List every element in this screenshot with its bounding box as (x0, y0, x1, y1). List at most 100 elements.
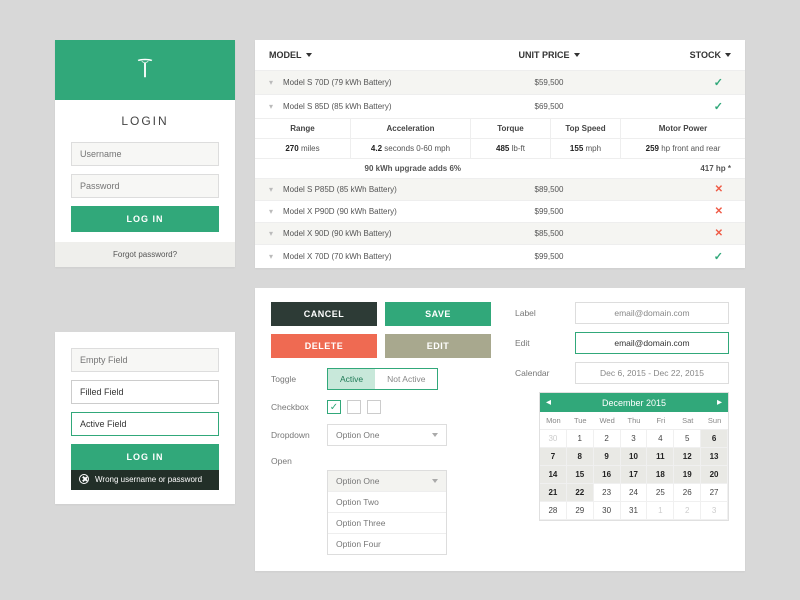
delete-button[interactable]: DELETE (271, 334, 377, 358)
cal-day[interactable]: 31 (621, 502, 648, 520)
cal-day[interactable]: 3 (621, 430, 648, 448)
cal-day[interactable]: 1 (567, 430, 594, 448)
cal-day[interactable]: 11 (647, 448, 674, 466)
expand-icon[interactable]: ▾ (269, 185, 283, 194)
dropdown-option[interactable]: Option Two (328, 491, 446, 512)
cal-day[interactable]: 1 (647, 502, 674, 520)
cal-prev[interactable]: ◂ (546, 397, 551, 408)
expand-icon[interactable]: ▾ (269, 78, 283, 87)
active-field-input[interactable] (71, 412, 219, 436)
login-button-2[interactable]: LOG IN (71, 444, 219, 470)
cal-day[interactable]: 14 (540, 466, 567, 484)
cal-day[interactable]: 24 (621, 484, 648, 502)
cal-day[interactable]: 5 (674, 430, 701, 448)
edit-button[interactable]: EDIT (385, 334, 491, 358)
cal-day[interactable]: 17 (621, 466, 648, 484)
edit-input[interactable] (575, 332, 729, 354)
cal-day[interactable]: 30 (594, 502, 621, 520)
col-stock[interactable]: STOCK (649, 50, 731, 60)
expand-icon[interactable]: ▾ (269, 207, 283, 216)
cal-day[interactable]: 25 (647, 484, 674, 502)
dropdown[interactable]: Option One (327, 424, 447, 446)
cal-dow: Mon (540, 412, 567, 430)
row-price: $89,500 (449, 185, 649, 194)
toggle-label: Toggle (271, 374, 327, 384)
cal-day[interactable]: 20 (701, 466, 728, 484)
toggle[interactable]: Active Not Active (327, 368, 438, 390)
calendar-widget: ◂ December 2015 ▸ MonTueWedThuFriSatSun … (539, 392, 729, 521)
table-row[interactable]: ▾Model S P85D (85 kWh Battery)$89,500✕ (255, 178, 745, 200)
toggle-active[interactable]: Active (328, 369, 375, 389)
chevron-down-icon (432, 479, 438, 483)
chevron-down-icon (432, 433, 438, 437)
row-stock: ✓ (649, 100, 731, 113)
cal-day[interactable]: 16 (594, 466, 621, 484)
cal-day[interactable]: 15 (567, 466, 594, 484)
components-card: CANCEL SAVE DELETE EDIT Toggle Active No… (255, 288, 745, 571)
cal-day[interactable]: 21 (540, 484, 567, 502)
cal-day[interactable]: 10 (621, 448, 648, 466)
table-row[interactable]: ▾Model S 85D (85 kWh Battery)$69,500✓ (255, 94, 745, 118)
cal-dow: Fri (647, 412, 674, 430)
cal-dow: Thu (621, 412, 648, 430)
table-row[interactable]: ▾Model X 70D (70 kWh Battery)$99,500✓ (255, 244, 745, 268)
cal-day[interactable]: 9 (594, 448, 621, 466)
col-price[interactable]: UNIT PRICE (449, 50, 649, 60)
checkbox-label: Checkbox (271, 402, 327, 412)
save-button[interactable]: SAVE (385, 302, 491, 326)
row-stock: ✓ (649, 76, 731, 89)
row-stock: ✕ (649, 228, 731, 239)
username-input[interactable] (71, 142, 219, 166)
cal-next[interactable]: ▸ (717, 397, 722, 408)
table-row[interactable]: ▾Model X 90D (90 kWh Battery)$85,500✕ (255, 222, 745, 244)
expand-icon[interactable]: ▾ (269, 252, 283, 261)
filled-field-input[interactable] (71, 380, 219, 404)
cal-day[interactable]: 12 (674, 448, 701, 466)
cal-day[interactable]: 4 (647, 430, 674, 448)
col-model[interactable]: MODEL (269, 50, 449, 60)
cal-day[interactable]: 7 (540, 448, 567, 466)
cal-day[interactable]: 22 (567, 484, 594, 502)
checkbox-unchecked[interactable] (347, 400, 361, 414)
dropdown-option[interactable]: Option Three (328, 512, 446, 533)
cal-day[interactable]: 18 (647, 466, 674, 484)
expand-icon[interactable]: ▾ (269, 102, 283, 111)
toggle-inactive[interactable]: Not Active (375, 369, 437, 389)
cal-day[interactable]: 8 (567, 448, 594, 466)
checkbox-checked[interactable]: ✓ (327, 400, 341, 414)
cal-day[interactable]: 30 (540, 430, 567, 448)
error-bar: Wrong username or password (71, 468, 219, 490)
cal-day[interactable]: 29 (567, 502, 594, 520)
table-row[interactable]: ▾Model S 70D (79 kWh Battery)$59,500✓ (255, 70, 745, 94)
cal-day[interactable]: 6 (701, 430, 728, 448)
cal-day[interactable]: 23 (594, 484, 621, 502)
cal-day[interactable]: 3 (701, 502, 728, 520)
label-value: email@domain.com (575, 302, 729, 324)
login-button[interactable]: LOG IN (71, 206, 219, 232)
error-text: Wrong username or password (95, 475, 202, 484)
dropdown-option[interactable]: Option One (328, 471, 446, 491)
password-input[interactable] (71, 174, 219, 198)
login-card: LOGIN LOG IN Forgot password? (55, 40, 235, 267)
calendar-range[interactable]: Dec 6, 2015 - Dec 22, 2015 (575, 362, 729, 384)
cancel-button[interactable]: CANCEL (271, 302, 377, 326)
checkbox-unchecked-2[interactable] (367, 400, 381, 414)
dropdown-option[interactable]: Option Four (328, 533, 446, 554)
cal-day[interactable]: 2 (594, 430, 621, 448)
expand-icon[interactable]: ▾ (269, 229, 283, 238)
row-model: Model S 85D (85 kWh Battery) (283, 102, 449, 111)
empty-field-input[interactable] (71, 348, 219, 372)
cal-day[interactable]: 26 (674, 484, 701, 502)
cal-day[interactable]: 2 (674, 502, 701, 520)
table-row[interactable]: ▾Model X P90D (90 kWh Battery)$99,500✕ (255, 200, 745, 222)
cal-day[interactable]: 27 (701, 484, 728, 502)
login-title: LOGIN (71, 114, 219, 128)
cal-day[interactable]: 13 (701, 448, 728, 466)
cal-day[interactable]: 28 (540, 502, 567, 520)
cross-icon: ✕ (715, 228, 723, 239)
forgot-password-link[interactable]: Forgot password? (55, 242, 235, 267)
open-dropdown[interactable]: Option OneOption TwoOption ThreeOption F… (327, 470, 447, 555)
cal-day[interactable]: 19 (674, 466, 701, 484)
check-icon: ✓ (714, 77, 723, 89)
cal-dow: Sun (701, 412, 728, 430)
